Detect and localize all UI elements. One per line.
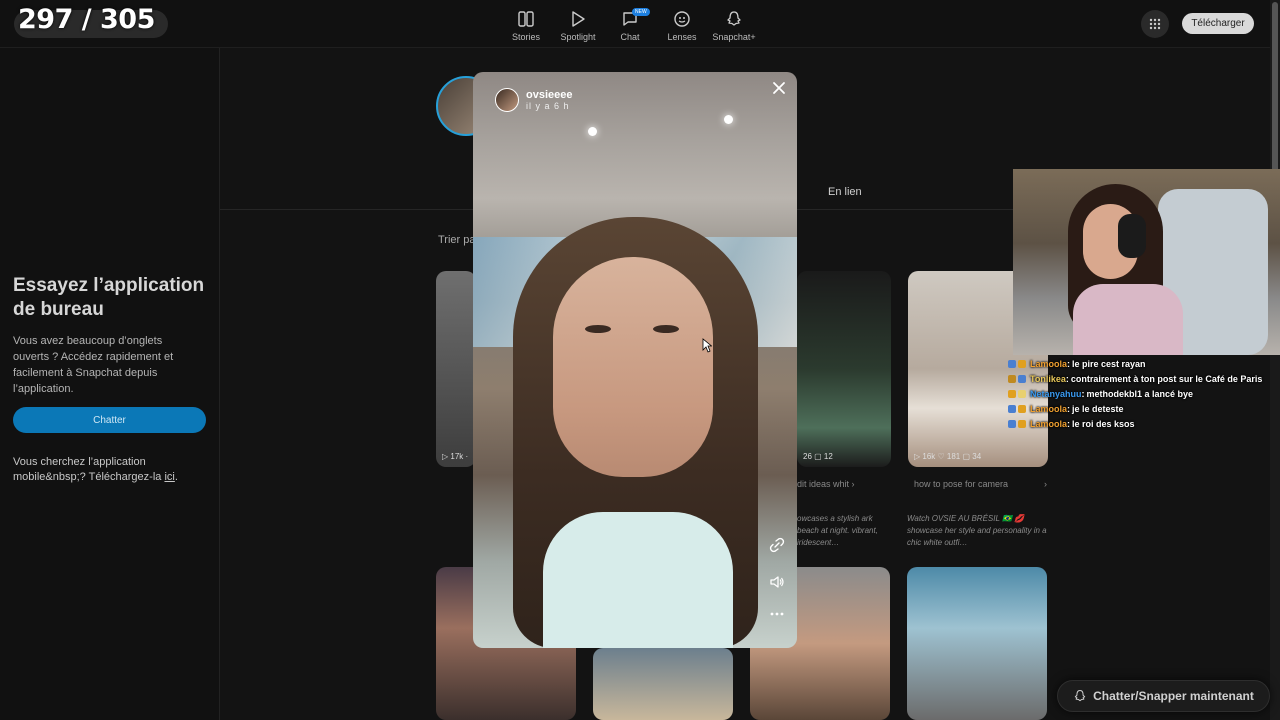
promo-text: Vous avez beaucoup d’onglets ouverts ? A… [13, 335, 174, 395]
volume-icon[interactable] [769, 574, 785, 590]
chat-message: Lamoola: je le deteste [1008, 401, 1280, 416]
spotlight-card[interactable]: ▷ 17k · [436, 271, 476, 467]
snapchat-web-page: 297 / 305 Stories Spotlight NEW Chat Len… [0, 0, 1280, 720]
lens-icon [674, 11, 690, 27]
chat-username[interactable]: Lamoola [1030, 404, 1067, 414]
ghost-icon [1074, 690, 1086, 702]
chat-message: Netanyahuu: methodekbl1 a lancé bye [1008, 386, 1280, 401]
nav-chat[interactable]: NEW Chat [604, 0, 656, 48]
spotlight-card[interactable] [593, 648, 733, 720]
chat-username[interactable]: Netanyahuu [1030, 389, 1082, 399]
chat-text: je le deteste [1072, 403, 1124, 414]
nav-snapchat-plus[interactable]: Snapchat+ [708, 0, 760, 48]
story-timestamp: il y a 6 h [526, 101, 570, 111]
mobile-text-prefix: Vous cherchez l’application mobile&nbsp;… [13, 456, 165, 483]
new-badge: NEW [632, 8, 650, 16]
card-description: owcases a stylish ark beach at night. vi… [797, 514, 878, 547]
chat-text: contrairement à ton post sur le Café de … [1070, 373, 1263, 384]
main-nav: Stories Spotlight NEW Chat Lenses Snapch… [500, 0, 760, 48]
chat-snap-now-button[interactable]: Chatter/Snapper maintenant [1057, 680, 1270, 712]
chat-message: Lamoola: le pire cest rayan [1008, 356, 1280, 371]
mobile-app-link[interactable]: ici [164, 471, 174, 483]
apps-grid-button[interactable] [1141, 10, 1169, 38]
promo-title: Essayez l’application de bureau [13, 275, 205, 320]
story-header: ovsieeee il y a 6 h [495, 88, 572, 112]
eye [653, 325, 679, 333]
grid-icon [1149, 18, 1161, 30]
tab-linked[interactable]: En lien [828, 186, 862, 198]
tag-row-next[interactable]: › [1044, 479, 1047, 489]
download-button[interactable]: Télécharger [1182, 13, 1254, 34]
spotlight-card[interactable]: 26 ▢ 12 [797, 271, 891, 467]
more-icon[interactable] [769, 606, 785, 622]
card-stats: 26 ▢ 12 [803, 452, 833, 461]
card-description: Watch OVSIE AU BRÉSIL 🇧🇷 💋 showcase her … [907, 514, 1047, 547]
ceiling-light [724, 115, 733, 124]
story-username[interactable]: ovsieeee [526, 89, 572, 101]
chat-message: Tonlikea: contrairement à ton post sur le… [1008, 371, 1280, 386]
headphones-shape [1118, 214, 1146, 258]
stream-chat: Lamoola: le pire cest rayan Tonlikea: cont… [1008, 356, 1280, 431]
badge-icon [1008, 374, 1016, 383]
chat-text: methodekbl1 a lancé bye [1086, 388, 1194, 399]
nav-snapchat-plus-label: Snapchat+ [712, 32, 756, 42]
chat-text: le pire cest rayan [1072, 358, 1146, 369]
overlay-counter: 297 / 305 [18, 4, 155, 35]
nav-chat-label: Chat [620, 32, 640, 42]
tag-row[interactable]: how to pose for camera [914, 479, 1008, 489]
nav-lenses[interactable]: Lenses [656, 0, 708, 48]
stories-icon [518, 11, 534, 27]
story-viewer[interactable]: ovsieeee il y a 6 h [473, 72, 797, 648]
badge-icon [1018, 389, 1026, 398]
nav-stories-label: Stories [511, 32, 540, 42]
link-icon[interactable] [769, 537, 785, 553]
nav-lenses-label: Lenses [667, 32, 697, 42]
mobile-text-suffix: . [174, 471, 178, 483]
badge-icon [1018, 404, 1026, 413]
mobile-app-text: Vous cherchez l’application mobile&nbsp;… [13, 455, 203, 485]
scrollbar-thumb[interactable] [1272, 2, 1278, 172]
story-user: ovsieeee il y a 6 h [526, 89, 572, 111]
chat-username[interactable]: Lamoola [1030, 419, 1067, 429]
card-stats: ▷ 17k · [442, 452, 469, 461]
ghost-icon [727, 11, 741, 26]
close-icon[interactable] [771, 80, 787, 96]
chat-button[interactable]: Chatter [13, 407, 206, 433]
left-sidebar: Essayez l’application de bureau Vous ave… [0, 48, 220, 720]
ceiling-light [588, 127, 597, 136]
spotlight-card[interactable] [907, 567, 1047, 720]
badge-icon [1008, 389, 1016, 398]
play-icon [572, 11, 585, 27]
badge-icon [1018, 374, 1026, 383]
streamer-webcam [1013, 169, 1280, 355]
sort-label[interactable]: Trier pa [438, 234, 476, 246]
chat-text: le roi des ksos [1072, 418, 1135, 429]
badge-icon [1018, 359, 1026, 368]
chat-username[interactable]: Tonlikea [1030, 374, 1066, 384]
face-shape [553, 257, 713, 477]
eye [585, 325, 611, 333]
cta-label: Chatter/Snapper maintenant [1093, 689, 1254, 703]
badge-icon [1018, 419, 1026, 428]
shirt-shape [543, 512, 733, 648]
top-bar: 297 / 305 Stories Spotlight NEW Chat Len… [0, 0, 1270, 48]
nav-stories[interactable]: Stories [500, 0, 552, 48]
nav-spotlight[interactable]: Spotlight [552, 0, 604, 48]
tag-row[interactable]: dit ideas whit › [797, 479, 855, 489]
badge-icon [1008, 359, 1016, 368]
chat-username[interactable]: Lamoola [1030, 359, 1067, 369]
badge-icon [1008, 419, 1016, 428]
top-shape [1073, 284, 1183, 355]
card-stats: ▷ 16k ♡ 181 ▢ 34 [914, 452, 982, 461]
mouse-cursor-icon [702, 338, 712, 353]
story-avatar[interactable] [495, 88, 519, 112]
badge-icon [1008, 404, 1016, 413]
nav-spotlight-label: Spotlight [560, 32, 596, 42]
chat-message: Lamoola: le roi des ksos [1008, 416, 1280, 431]
